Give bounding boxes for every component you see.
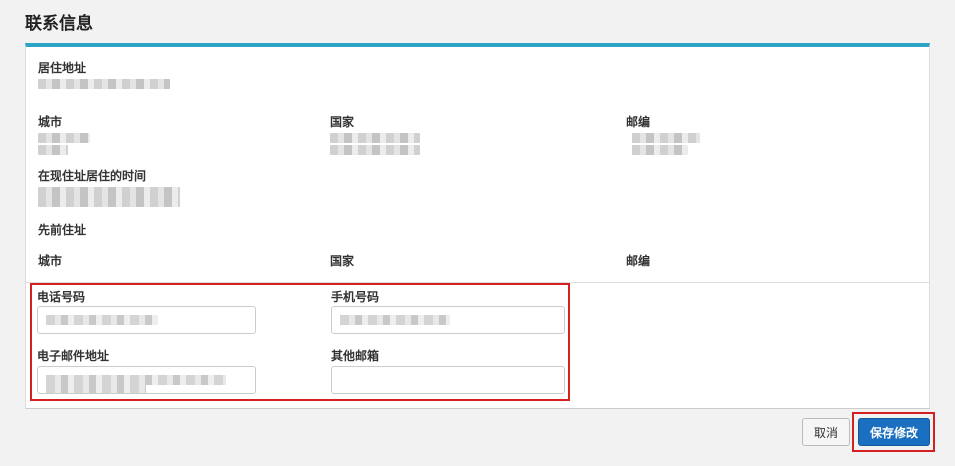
previous-country-label: 国家 <box>330 254 355 268</box>
time-at-address-value-redacted <box>38 187 180 197</box>
postal-label: 邮编 <box>626 115 651 129</box>
city-value-redacted <box>38 133 90 143</box>
city-value-redacted-2 <box>38 145 68 155</box>
previous-city-label: 城市 <box>38 254 63 268</box>
postal-value-redacted <box>632 133 700 143</box>
save-button-highlight <box>852 412 935 452</box>
previous-postal-label: 邮编 <box>626 254 651 268</box>
cancel-button[interactable]: 取消 <box>802 418 850 446</box>
postal-value-redacted-2 <box>632 145 688 155</box>
contact-fields-highlight <box>30 283 570 401</box>
country-value-redacted <box>330 133 420 143</box>
city-label: 城市 <box>38 115 63 129</box>
time-at-address-label: 在现住址居住的时间 <box>38 169 147 183</box>
country-value-redacted-2 <box>330 145 420 155</box>
section-title: 联系信息 <box>25 14 93 34</box>
previous-address-label: 先前住址 <box>38 223 87 237</box>
scrollbar[interactable] <box>945 0 955 466</box>
residential-address-value-redacted <box>38 79 170 89</box>
time-at-address-value-redacted-2 <box>38 197 180 207</box>
country-label: 国家 <box>330 115 355 129</box>
residential-address-label: 居住地址 <box>38 61 87 75</box>
